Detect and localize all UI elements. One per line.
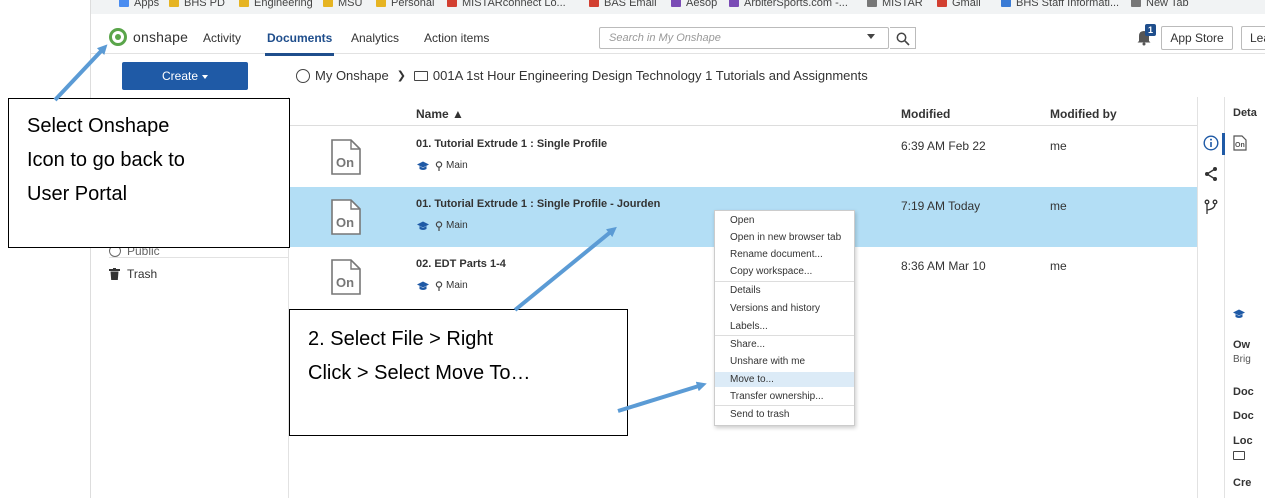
arrow-to-selected-file xyxy=(513,226,617,312)
annotation-arrows xyxy=(53,44,707,413)
arrow-to-onshape-icon xyxy=(53,44,108,102)
arrow-to-move-to xyxy=(617,381,707,413)
